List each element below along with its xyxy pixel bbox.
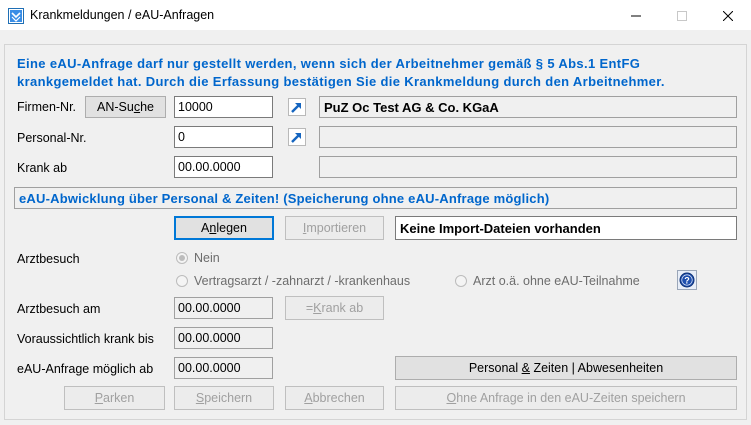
- speichern-button[interactable]: Speichern: [174, 386, 274, 410]
- help-icon: ?: [679, 272, 695, 288]
- abbrechen-button[interactable]: Abbrechen: [285, 386, 384, 410]
- eau-moeglich-label: eAU-Anfrage möglich ab: [17, 362, 154, 376]
- ohne-anfrage-label-accel: O: [446, 391, 457, 405]
- maximize-icon: [677, 10, 687, 21]
- abbrechen-label-post: bbrechen: [312, 391, 365, 405]
- gleich-krank-ab-label-pre: =: [305, 301, 314, 315]
- voraussichtlich-label: Voraussichtlich krank bis: [17, 332, 154, 346]
- an-search-button[interactable]: AN-Su c he: [85, 96, 166, 118]
- radio-arzt-oa[interactable]: [455, 275, 467, 287]
- firm-number-input[interactable]: 10000: [174, 96, 273, 118]
- abbrechen-label-accel: A: [304, 391, 313, 405]
- an-search-label-post: he: [140, 100, 154, 114]
- anlegen-button[interactable]: An legen: [174, 216, 274, 240]
- arztbesuch-label: Arztbesuch: [17, 252, 80, 266]
- anlegen-label-pre: A: [201, 221, 210, 235]
- personal-zeiten-label-pre: Personal: [468, 361, 522, 375]
- krank-ab-extra-display: [319, 156, 737, 178]
- parken-button[interactable]: Parken: [64, 386, 165, 410]
- eau-banner: eAU-Abwicklung über Personal & Zeiten! (…: [14, 187, 737, 209]
- help-button[interactable]: ?: [677, 270, 697, 290]
- an-search-label-pre: AN-Su: [97, 100, 134, 114]
- personal-zeiten-label-post: Zeiten | Abwesenheiten: [529, 361, 664, 375]
- voraussichtlich-input[interactable]: 00.00.0000: [174, 327, 273, 349]
- ohne-anfrage-label-post: hne Anfrage in den eAU-Zeiten speichern: [456, 391, 686, 405]
- gleich-krank-ab-button[interactable]: = Krank ab: [285, 296, 384, 320]
- parken-label-post: arken: [103, 391, 135, 405]
- radio-vertragsarzt[interactable]: [176, 275, 188, 287]
- app-icon: [8, 8, 24, 24]
- jump-arrow-icon: [291, 133, 301, 143]
- radio-arzt-oa-label: Arzt o.ä. ohne eAU-Teilnahme: [473, 274, 640, 288]
- firm-jump-button[interactable]: [288, 98, 306, 116]
- anlegen-label-accel: n: [209, 221, 217, 235]
- radio-nein[interactable]: [176, 252, 188, 264]
- maximize-button[interactable]: [659, 0, 705, 31]
- radio-nein-label: Nein: [194, 251, 220, 265]
- krank-ab-label: Krank ab: [17, 161, 68, 175]
- svg-text:?: ?: [684, 276, 690, 286]
- personal-jump-button[interactable]: [288, 128, 306, 146]
- ohne-anfrage-speichern-button[interactable]: Ohne Anfrage in den eAU-Zeiten speichern: [395, 386, 737, 410]
- minimize-icon: [631, 15, 641, 16]
- personal-zeiten-label-accel: &: [521, 361, 530, 375]
- eau-moeglich-input[interactable]: 00.00.0000: [174, 357, 273, 379]
- parken-label-accel: P: [94, 391, 104, 405]
- close-button[interactable]: [705, 0, 751, 31]
- importieren-button[interactable]: Importieren: [285, 216, 384, 240]
- personal-number-input[interactable]: 0: [174, 126, 273, 148]
- firm-name-display: PuZ Oc Test AG & Co. KGaA: [319, 96, 737, 118]
- speichern-label-accel: S: [195, 391, 205, 405]
- window-title: Krankmeldungen / eAU-Anfragen: [30, 8, 215, 22]
- krank-ab-input[interactable]: 00.00.0000: [174, 156, 273, 178]
- anlegen-label-post: legen: [216, 221, 247, 235]
- minimize-button[interactable]: [613, 0, 659, 31]
- close-icon: [723, 10, 733, 21]
- arztbesuch-am-input[interactable]: 00.00.0000: [174, 297, 273, 319]
- firm-label: Firmen-Nr.: [17, 100, 77, 114]
- arztbesuch-am-label: Arztbesuch am: [17, 302, 101, 316]
- gleich-krank-ab-label-post: rank ab: [321, 301, 364, 315]
- importieren-label-post: mportieren: [306, 221, 367, 235]
- personal-name-display: [319, 126, 737, 148]
- gleich-krank-ab-label-accel: K: [313, 301, 322, 315]
- jump-arrow-icon: [291, 103, 301, 113]
- radio-vertragsarzt-label: Vertragsarzt / -zahnarzt / -krankenhaus: [194, 274, 411, 288]
- personal-zeiten-button[interactable]: Personal & Zeiten | Abwesenheiten: [395, 356, 737, 380]
- import-status-display: Keine Import-Dateien vorhanden: [395, 216, 737, 240]
- personal-label: Personal-Nr.: [17, 131, 87, 145]
- notice-text: Eine eAU-Anfrage darf nur gestellt werde…: [17, 56, 665, 89]
- speichern-label-post: peichern: [204, 391, 253, 405]
